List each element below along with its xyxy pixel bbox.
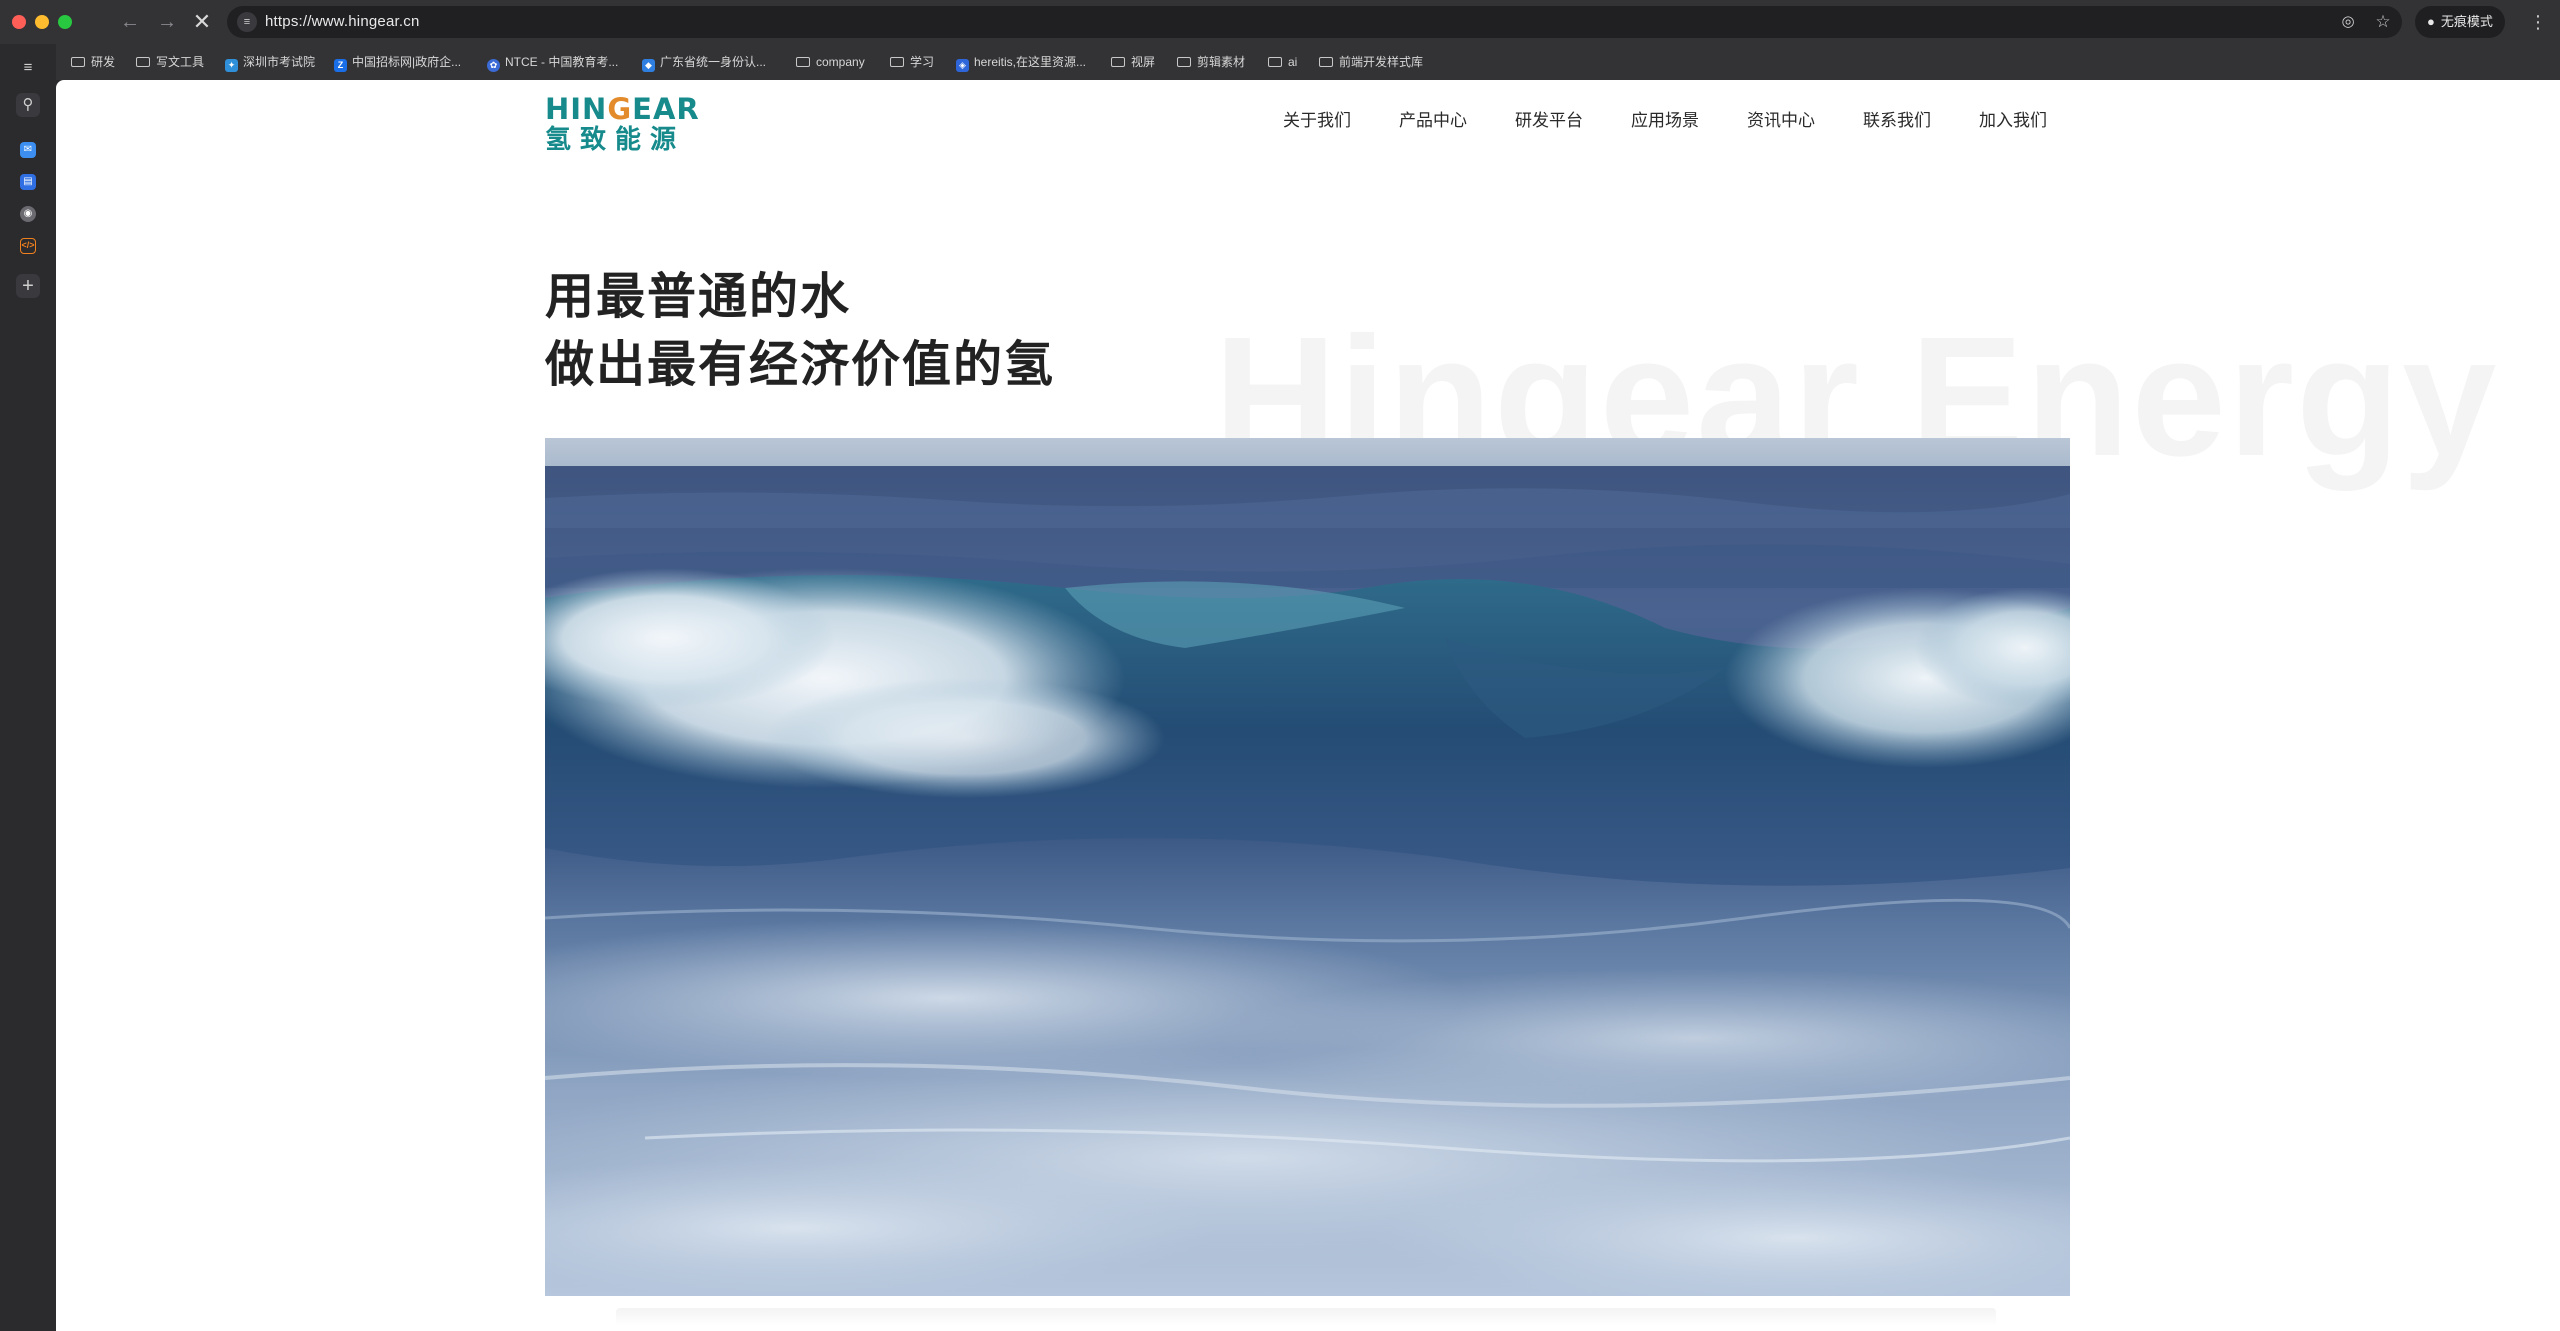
hero-ocean-wave-image — [545, 438, 2070, 1296]
bookmark-shenzhen-exam[interactable]: ✦ 深圳市考试院 — [225, 52, 315, 72]
bookmark-folder-xiewen[interactable]: 写文工具 — [136, 52, 204, 72]
site-logo[interactable]: HINGEAR 氢致能源 — [545, 94, 700, 154]
nav-applications[interactable]: 应用场景 — [1631, 110, 1747, 132]
eye-slash-icon[interactable]: ◎ — [2337, 11, 2359, 33]
docs-favicon[interactable]: ▤ — [20, 174, 36, 190]
bookmark-label: 广东省统一身份认... — [660, 55, 767, 69]
site-favicon: ◈ — [956, 59, 969, 72]
nav-research[interactable]: 研发平台 — [1515, 110, 1631, 132]
bookmark-label: 学习 — [910, 55, 935, 69]
bookmark-label: hereitis,在这里资源... — [974, 55, 1087, 69]
url-text[interactable]: https://www.hingear.cn — [265, 13, 419, 30]
chrome-favicon[interactable]: ◉ — [20, 206, 36, 222]
web-page-viewport: HINGEAR 氢致能源 关于我们 产品中心 研发平台 应用场景 资讯中心 联系… — [56, 80, 2560, 1331]
bookmark-folder-ai[interactable]: ai — [1268, 52, 1297, 72]
incognito-badge[interactable]: ● 无痕模式 — [2415, 6, 2505, 38]
nav-products[interactable]: 产品中心 — [1399, 110, 1515, 132]
browser-toolbar: ← → ✕ ≡ https://www.hingear.cn ◎ ☆ ● 无痕模式… — [0, 0, 2560, 44]
nav-news[interactable]: 资讯中心 — [1747, 110, 1863, 132]
bookmark-star-icon[interactable]: ☆ — [2372, 11, 2394, 33]
main-navigation: 关于我们 产品中心 研发平台 应用场景 资讯中心 联系我们 加入我们 — [1283, 110, 2095, 132]
stop-loading-icon[interactable]: ✕ — [190, 10, 214, 34]
nav-about-us[interactable]: 关于我们 — [1283, 110, 1399, 132]
bookmark-label: 视屏 — [1131, 55, 1156, 69]
tab-list-icon[interactable]: ≡ — [16, 56, 40, 80]
incognito-label: 无痕模式 — [2440, 14, 2493, 29]
bookmark-label: 写文工具 — [156, 55, 205, 69]
forward-arrow-icon[interactable]: → — [155, 10, 179, 34]
site-favicon: ◆ — [642, 59, 655, 72]
address-bar[interactable]: ≡ https://www.hingear.cn ◎ ☆ — [227, 6, 2402, 38]
bookmark-label: 研发 — [91, 55, 116, 69]
folder-icon — [136, 57, 150, 67]
nav-join-us[interactable]: 加入我们 — [1979, 110, 2095, 132]
bookmark-label: ai — [1288, 55, 1298, 69]
logo-chinese: 氢致能源 — [545, 124, 686, 154]
bookmark-guangdong-auth[interactable]: ◆ 广东省统一身份认... — [642, 52, 766, 72]
site-favicon: Z — [334, 59, 347, 72]
bookmark-folder-frontend[interactable]: 前端开发样式库 — [1319, 52, 1423, 72]
site-settings-icon[interactable]: ≡ — [237, 12, 257, 32]
bookmark-label: 剪辑素材 — [1197, 55, 1246, 69]
content-section-edge — [616, 1308, 1996, 1326]
code-favicon[interactable]: </> — [20, 238, 36, 254]
nav-contact[interactable]: 联系我们 — [1863, 110, 1979, 132]
hero-headline-line2: 做出最有经济价值的氢 — [545, 338, 1056, 392]
bookmark-ntce[interactable]: ✿ NTCE - 中国教育考... — [487, 52, 618, 72]
bookmark-zhaobiao[interactable]: Z 中国招标网|政府企... — [334, 52, 461, 72]
bookmark-folder-shiping[interactable]: 视屏 — [1111, 52, 1155, 72]
vertical-tab-strip: ≡ ⚲ ✉ ▤ ◉ </> + — [0, 44, 56, 1331]
mail-favicon[interactable]: ✉ — [20, 142, 36, 158]
bookmarks-bar: 研发 写文工具 ✦ 深圳市考试院 Z 中国招标网|政府企... ✿ NTCE - 中国… — [56, 44, 2560, 80]
folder-icon — [796, 57, 810, 67]
site-favicon: ✦ — [225, 59, 238, 72]
folder-icon — [1111, 57, 1125, 67]
tab-search-icon[interactable]: ⚲ — [16, 93, 40, 117]
hero-headline-line1: 用最普通的水 — [545, 270, 852, 324]
new-tab-plus-icon[interactable]: + — [16, 274, 40, 298]
back-arrow-icon[interactable]: ← — [118, 10, 142, 34]
folder-icon — [1319, 57, 1333, 67]
bookmark-label: company — [816, 55, 865, 69]
bookmark-label: 前端开发样式库 — [1339, 55, 1424, 69]
browser-menu-icon[interactable]: ⋮ — [2526, 10, 2550, 34]
incognito-icon: ● — [2427, 14, 2435, 29]
bookmark-folder-company[interactable]: company — [796, 52, 865, 72]
folder-icon — [71, 57, 85, 67]
logo-english: HINGEAR — [545, 92, 700, 126]
bookmark-hereitis[interactable]: ◈ hereitis,在这里资源... — [956, 52, 1086, 72]
bookmark-folder-xuexi[interactable]: 学习 — [890, 52, 934, 72]
bookmark-folder-jianji[interactable]: 剪辑素材 — [1177, 52, 1245, 72]
zoom-window-button[interactable] — [58, 15, 72, 29]
folder-icon — [890, 57, 904, 67]
bookmark-label: NTCE - 中国教育考... — [505, 55, 619, 69]
bookmark-folder-yanfa[interactable]: 研发 — [71, 52, 115, 72]
folder-icon — [1268, 57, 1282, 67]
bookmark-label: 中国招标网|政府企... — [352, 55, 462, 69]
minimize-window-button[interactable] — [35, 15, 49, 29]
close-window-button[interactable] — [12, 15, 26, 29]
site-favicon: ✿ — [487, 59, 500, 72]
bookmark-label: 深圳市考试院 — [243, 55, 316, 69]
folder-icon — [1177, 57, 1191, 67]
